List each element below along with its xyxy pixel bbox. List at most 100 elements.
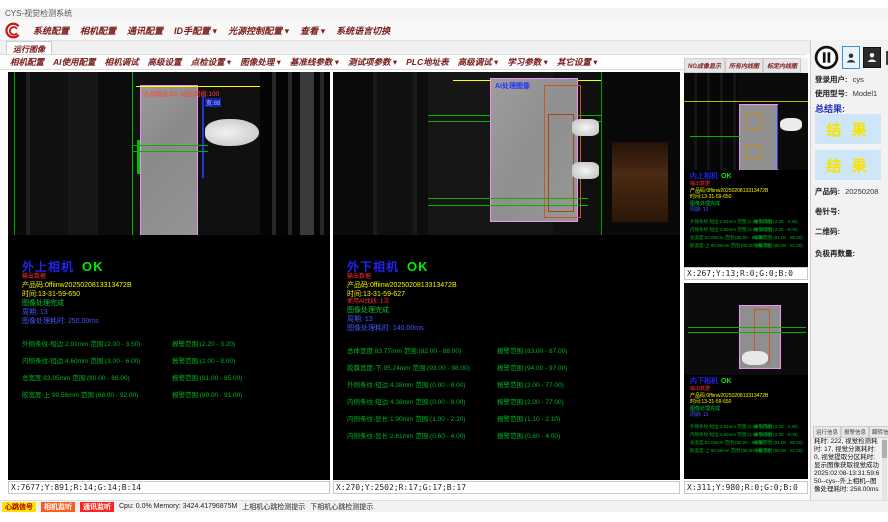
info-tab[interactable]: 报警信息 [841,426,869,438]
ng-view-tab[interactable]: NG成像显示 [684,58,725,73]
guide-line-green [132,72,133,235]
coords-bar-inner-upper: X:267;Y:13;R:0;G:0;B:0 [684,267,808,280]
camera-panel-inner-upper[interactable]: 内上相机OK 输出数据 产品码:0ffiinw2025020813313472B… [684,73,808,267]
result-text-outer-lower: 外下相机OK 输出数据 产品码:0ffiinw2025020813313472B… [347,260,674,445]
window-title: CYS-视觉检测系统 [5,9,72,18]
needle-number-label: 卷针号: [815,206,840,217]
info-tab[interactable]: 运行信息 [813,426,841,438]
machinery-brown-part [612,142,668,222]
camera-image-outer-upper[interactable]: 牙齿阈值:93, 动态阈值:100 宽:88 [8,72,330,235]
menu-item[interactable]: 光源控制配置 ▾ [228,24,289,37]
menu-item[interactable]: 查看 ▾ [300,24,325,37]
camera-result-title: 外上相机OK [22,260,324,274]
measurement-text: 总体宽度:83.77mm 范围:(82.00 - 88.00) [347,343,497,360]
measure-line-green [690,136,740,137]
measurement-list: 外侧条纹-短边:2.91mm 范围:(2.00 - 3.50) 报警范围:(2.… [690,423,806,455]
camera-panel-outer-lower[interactable]: AI处理图像 外下相机OK 输出数据 产品码:0ffiinw2025020813… [333,72,680,480]
guide-line-green [14,72,15,235]
toolbar-item[interactable]: 相机配置 [10,56,44,68]
menu-item[interactable]: 系统配置 [33,24,69,37]
toolbar-item[interactable]: PLC地址表 [406,56,449,68]
menu-item[interactable]: 系统语言切换 [336,24,390,37]
camera-image-inner-lower[interactable] [684,283,808,375]
measurement-row: 胶宽度-上:90.56mm 范围:(88.00 - 92.00) 报警范围:(8… [22,387,324,404]
admin-user-button[interactable] [863,47,881,68]
camera-panel-inner-lower[interactable]: 内下相机OK 输出数据 产品码:0ffiinw2025020813313472B… [684,283,808,479]
measurement-row: 总宽度:83.05mm 范围:(80.00 - 86.00) 报警范围:(81.… [690,439,806,447]
tray-count-label: 负极再数量: [815,248,855,259]
alarm-range: 报警范围:(81.00 - 85.00) [754,234,803,242]
measurement-text: 内侧条纹-短边:4.60mm 范围:(3.00 - 6.00) [22,353,172,370]
toolbar-item[interactable]: 图像处理 ▾ [240,56,281,68]
measure-line-green [132,145,208,146]
camera-name: 内下相机 [690,378,718,385]
toolbar-item[interactable]: 学习参数 ▾ [507,56,548,68]
measurement-row: 内侧条纹-短边:4.38mm 范围:(0.00 - 9.00) 报警范围:(2.… [347,394,674,411]
cycle-line: 周期: 13 [347,315,674,324]
login-user-row: 登录用户: cys [815,74,864,85]
user-icon [866,51,878,64]
measure-line-green [132,151,208,152]
pause-button[interactable] [814,45,839,70]
toolbar-item[interactable]: 高级调试 ▾ [458,56,499,68]
login-user-label: 登录用户: [815,75,848,84]
alarm-range: 报警范围:(2.00 - 77.00) [497,377,564,394]
alarm-range: 报警范围:(2.00 - 8.00) [754,431,798,439]
result-text-inner-lower: 内下相机OK 输出数据 产品码:0ffiinw2025020813313472B… [690,377,806,455]
operator-login-button[interactable] [842,46,860,69]
ai-image-overlay-label: AI处理图像 [495,81,530,91]
status-ok: OK [721,378,732,385]
cycle-line: 周期: 13 [22,308,324,317]
process-time-line: 图像处理耗时: 250.00ms [22,317,324,326]
measure-line-green [688,327,806,328]
measurement-row: 总体宽度:83.77mm 范围:(82.00 - 88.00) 报警范围:(83… [347,343,674,360]
toolbar-item[interactable]: AI使用配置 [53,56,96,68]
measurement-row: 总宽度:83.05mm 范围:(80.00 - 86.00) 报警范围:(81.… [690,234,806,242]
ng-view-tab[interactable]: 所有内线图 [725,58,763,73]
machinery-bars [684,73,739,170]
toolbar-item[interactable]: 测试项参数 ▾ [348,56,397,68]
measure-line-green [688,332,806,333]
baseline-yellow [684,101,808,102]
detect-box-orange [746,145,761,160]
toolbar-item[interactable]: 高级设置 [148,56,182,68]
menu-item[interactable]: ID手配置 ▾ [174,24,217,37]
time-line: 时间:13-31-59-627 [347,290,674,299]
process-done-line: 图像处理完成 [22,299,324,308]
pause-icon [814,45,839,70]
measurement-text: 内侧条纹-短边:4.38mm 范围:(0.00 - 9.00) [347,394,497,411]
measurement-text: 总宽度:83.05mm 范围:(80.00 - 86.00) [690,439,754,447]
run-log-text: 耗时: 222, 视觉检测耗时: 17, 视觉分离耗时: 0, 视觉提取分区耗时… [814,438,880,504]
log-scrollbar[interactable] [882,438,887,504]
toolbar-item[interactable]: 基准线参数 ▾ [290,56,339,68]
menu-item[interactable]: 相机配置 [80,24,116,37]
camera-listen-badge: 相机监听 [41,502,75,512]
camera-image-outer-lower[interactable]: AI处理图像 [333,72,680,235]
measurement-row: 外侧条纹-短边:2.91mm 范围:(2.00 - 3.50) 报警范围:(2.… [690,218,806,226]
log-scrollbar-thumb[interactable] [882,440,887,458]
measure-line-green [428,205,588,206]
control-buttons [814,45,888,70]
coords-bar-outer-upper: X:7677;Y:891;R:14;G:14;B:14 [8,481,330,494]
menu-item[interactable]: 通讯配置 [127,24,163,37]
alarm-range: 报警范围:(0.60 - 4.00) [497,428,560,445]
measurement-row: 总宽度:83.05mm 范围:(80.00 - 86.00) 报警范围:(81.… [22,370,324,387]
exit-button[interactable] [884,48,888,67]
model-value[interactable]: Model1 [853,89,878,98]
info-tab[interactable]: 翻转信息 [869,426,888,438]
glue-blob [205,119,259,146]
camera-image-inner-upper[interactable] [684,73,808,170]
toolbar-item[interactable]: 其它设置 ▾ [557,56,598,68]
result-text-outer-upper: 外上相机OK 输出数据 产品码:0ffiinw2025020813313472B… [22,260,324,404]
alarm-range: 报警范围:(94.00 - 97.00) [497,360,567,377]
measurement-list: 总体宽度:83.77mm 范围:(82.00 - 88.00) 报警范围:(83… [347,343,674,445]
alarm-range: 报警范围:(89.00 - 91.00) [754,447,803,455]
user-icon [845,51,857,65]
ng-view-tabs: NG成像显示所有内线图标定内线图 [684,58,808,73]
camera-panel-outer-upper[interactable]: 牙齿阈值:93, 动态阈值:100 宽:88 外上相机OK 输出数据 产品码:0… [8,72,330,480]
ng-view-tab[interactable]: 标定内线图 [763,58,801,73]
toolbar-item[interactable]: 相机调试 [105,56,139,68]
measurement-text: 总宽度:83.05mm 范围:(80.00 - 86.00) [690,234,754,242]
measurement-row: 内侧条纹-短边:4.60mm 范围:(3.00 - 6.00) 报警范围:(2.… [690,226,806,234]
toolbar-item[interactable]: 点检设置 ▾ [191,56,232,68]
